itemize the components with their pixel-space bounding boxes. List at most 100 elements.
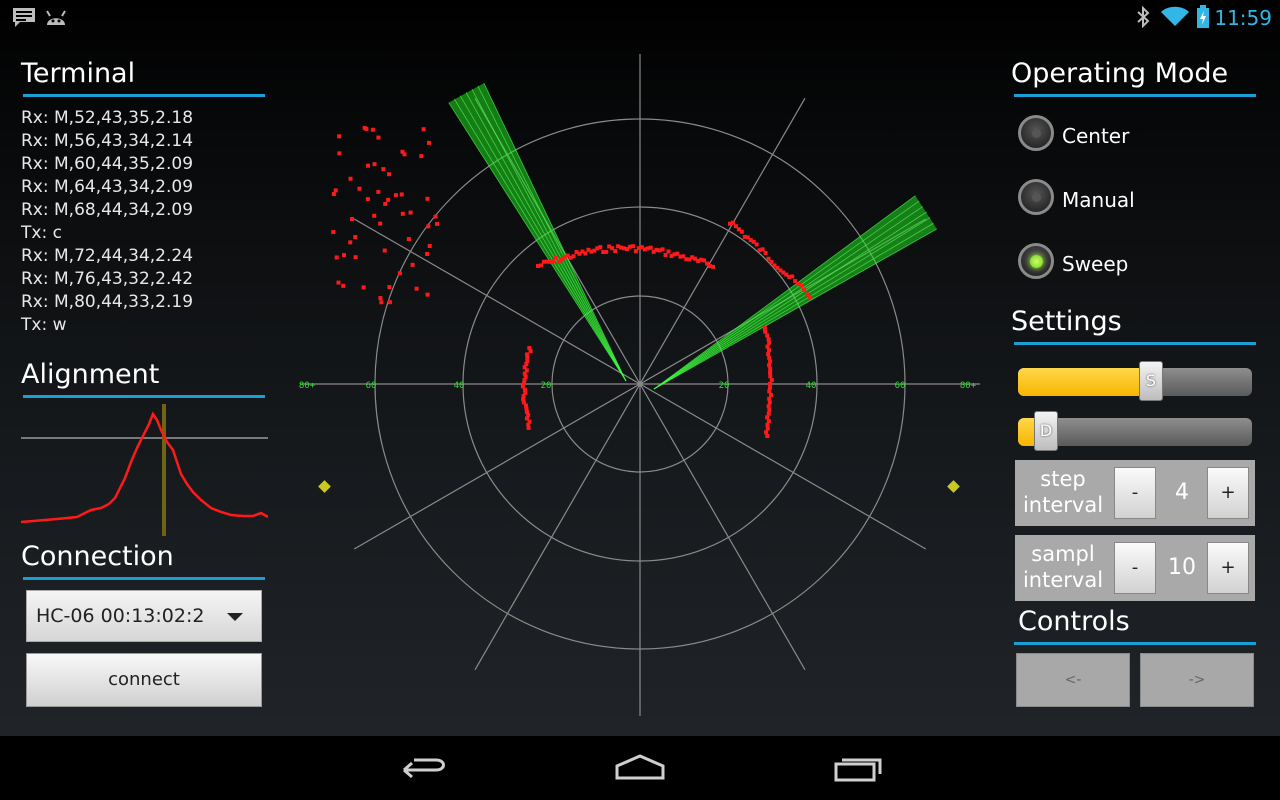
radar-point (613, 249, 618, 254)
wifi-icon (1161, 6, 1189, 26)
radar-left-marker (318, 480, 331, 493)
radar-point (767, 396, 772, 401)
step-plus-button[interactable]: + (1207, 467, 1249, 519)
radar-point (333, 188, 338, 193)
radar-point (767, 340, 772, 345)
sampl-minus-button[interactable]: - (1114, 542, 1156, 594)
status-time: 11:59 (1214, 6, 1272, 30)
mode-manual-radio[interactable] (1018, 179, 1054, 215)
radar-spoke (353, 218, 641, 385)
radar-point (361, 285, 366, 290)
device-spinner[interactable]: HC-06 00:13:02:2 (26, 590, 262, 642)
radar-point (765, 344, 770, 349)
recent-apps-icon[interactable] (818, 748, 898, 788)
controls-divider (1014, 642, 1256, 645)
radar-point (378, 296, 383, 301)
radar-point (739, 229, 744, 234)
radio-dot (1032, 193, 1041, 202)
home-icon[interactable] (600, 748, 680, 788)
radar-point (387, 300, 392, 305)
mode-center-radio[interactable] (1018, 115, 1054, 151)
radar-point (399, 192, 404, 197)
radar-point (426, 224, 431, 229)
slider-s-thumb[interactable]: S (1139, 361, 1163, 401)
sampl-interval-stepper: sampl interval - 10 + (1015, 535, 1255, 601)
radar-point (553, 255, 558, 260)
radar-point (766, 352, 771, 357)
radar-point (365, 197, 370, 202)
radar-point (754, 242, 759, 247)
sampl-plus-button[interactable]: + (1207, 542, 1249, 594)
radar-point (583, 251, 588, 256)
radar-beam-left-ray (477, 85, 627, 382)
back-icon[interactable] (384, 748, 464, 788)
radar-point (598, 245, 603, 250)
radar-point (376, 135, 381, 140)
terminal-line: Tx: c (21, 223, 62, 243)
radar-beam-right-ray (653, 200, 920, 390)
radar-point (387, 172, 392, 177)
radar-beam-right-ray (653, 206, 924, 390)
radar-point (763, 250, 768, 255)
radar-point (660, 247, 665, 252)
radar-point (768, 359, 773, 364)
settings-title: Settings (1011, 306, 1122, 337)
radar-point (379, 300, 384, 305)
device-spinner-value: HC-06 00:13:02:2 (36, 605, 205, 627)
radar-point (331, 230, 336, 235)
connect-button[interactable]: connect (26, 653, 262, 707)
radar-point (378, 221, 383, 226)
radar-point (372, 213, 377, 218)
radar-point (427, 140, 432, 145)
radio-dot-selected (1030, 255, 1043, 268)
radar-point (767, 348, 772, 353)
mode-sweep-label[interactable]: Sweep (1062, 252, 1128, 276)
radar-point (348, 240, 353, 245)
radar-point (808, 295, 812, 300)
slider-s-track[interactable] (1018, 368, 1252, 396)
radar-point (630, 244, 635, 249)
radar-point (571, 254, 576, 259)
move-left-button[interactable]: <- (1016, 653, 1130, 707)
radar-beam-left-ray (454, 98, 627, 382)
radar-point (341, 253, 346, 258)
radar-point (427, 244, 432, 249)
android-icon (46, 10, 66, 25)
mode-center-label[interactable]: Center (1062, 124, 1129, 148)
move-right-button[interactable]: -> (1140, 653, 1254, 707)
radar-point (357, 186, 362, 191)
controls-title: Controls (1018, 606, 1130, 637)
radar-point (337, 151, 342, 156)
radar-point (435, 221, 440, 226)
mode-sweep-radio[interactable] (1018, 243, 1054, 279)
navigation-bar (0, 736, 1280, 800)
radar-point (397, 271, 402, 276)
radar-point (425, 196, 430, 201)
radar-point (348, 176, 353, 181)
mode-manual-label[interactable]: Manual (1062, 188, 1135, 212)
settings-divider (1014, 342, 1256, 345)
radar-point (337, 134, 342, 139)
radar-point (421, 127, 426, 132)
radar-point (376, 189, 381, 194)
radar-point (802, 287, 807, 292)
radar-point (419, 154, 424, 159)
battery-icon (1197, 5, 1209, 28)
operating-mode-divider (1014, 94, 1256, 97)
radar-point (406, 237, 411, 242)
radar-point (711, 264, 715, 269)
radar-point (372, 162, 377, 167)
radar-point (766, 337, 771, 342)
terminal-line: Rx: M,76,43,32,2.42 (21, 269, 194, 289)
radar-point (730, 220, 735, 225)
step-minus-button[interactable]: - (1114, 467, 1156, 519)
radar-point (604, 249, 609, 254)
radar-point (760, 247, 765, 252)
radar-point (666, 249, 671, 254)
radar-point (400, 211, 405, 216)
terminal-line: Tx: w (21, 315, 67, 335)
slider-d-row: D (0, 411, 1280, 451)
connection-divider (23, 577, 265, 580)
slider-d-thumb[interactable]: D (1034, 411, 1058, 451)
radar-point (365, 163, 370, 168)
